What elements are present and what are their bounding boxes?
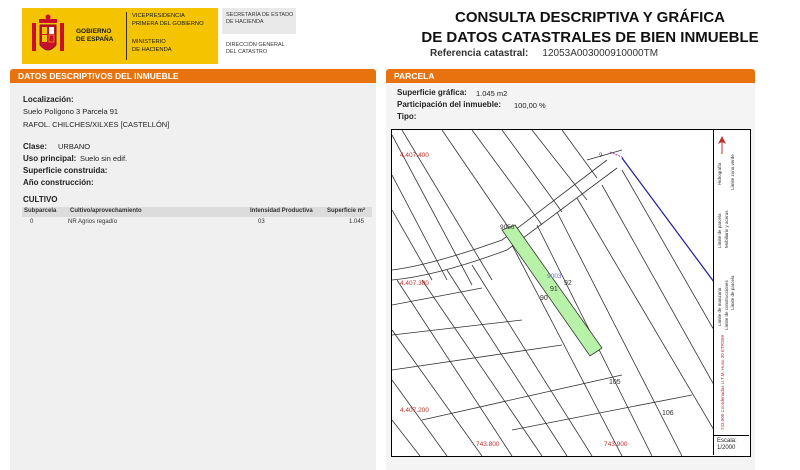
divider (126, 12, 127, 60)
dir-line2: DEL CATASTRO (226, 49, 268, 55)
section-bar-parcela: PARCELA (386, 69, 755, 83)
ministerio-text: MINISTERIO DE HACIENDA (132, 38, 172, 54)
superficie-grafica-value: 1.045 m2 (476, 89, 508, 98)
coord-y2: 4.407.300 (400, 280, 429, 287)
cell-superficie: 1.045 (349, 219, 365, 225)
parcel-label-9056: 9056 (500, 224, 515, 231)
dir-line1: DIRECCIÓN GENERAL (226, 42, 285, 48)
cultivo-table-header: Subparcela Cultivo/aprovechamiento Inten… (22, 207, 372, 217)
min-line1: MINISTERIO (132, 39, 166, 45)
parcel-label-9: 9 (599, 153, 603, 159)
cell-intensidad: 03 (258, 219, 265, 225)
secretaria-block: SECRETARÍA DE ESTADO DE HACIENDA DIRECCI… (222, 8, 300, 64)
min-line2: DE HACIENDA (132, 47, 172, 53)
table-row: 0 NR Agrios regadío 03 1.045 (22, 218, 372, 228)
direccion-text: DIRECCIÓN GENERAL DEL CATASTRO (226, 42, 285, 56)
coordinates-note: 743.000 Coordenadas U.T.M. Huso 30 ETRS8… (720, 334, 725, 430)
vicepresidencia-text: VICEPRESIDENCIA PRIMERA DEL GOBIERNO (132, 12, 218, 28)
legend-item-6: Límite de construcciones (724, 280, 729, 330)
uso-value: Suelo sin edif. (80, 154, 128, 163)
superficie-grafica-label: Superficie gráfica: (397, 88, 467, 97)
north-arrow-icon (718, 136, 726, 154)
cultivo-title: CULTIVO (23, 195, 58, 204)
legend-item-5: Límite de manzana (717, 287, 722, 326)
scale-label: Escala: (717, 438, 737, 444)
clase-value: URBANO (58, 142, 91, 151)
localizacion-line2: RAFOL. CHILCHES/XILXES [CASTELLÓN] (23, 120, 170, 129)
uso-label: Uso principal: (23, 154, 77, 163)
coord-x1: 743.800 (476, 441, 500, 448)
coord-y3: 4.407.200 (400, 407, 429, 414)
map-legend: Límite de parcela Mobiliario y aceras Lí… (713, 130, 750, 435)
anio-construccion-label: Año construcción: (23, 178, 94, 187)
clase-label: Clase: (23, 142, 48, 151)
superficie-construida-label: Superficie construida: (23, 166, 108, 175)
sec-line2: DE HACIENDA (226, 19, 264, 25)
gov-line1: GOBIERNO (76, 28, 112, 35)
title-line2: DE DATOS CATASTRALES DE BIEN INMUEBLE (421, 29, 759, 46)
localizacion-label: Localización: (23, 95, 74, 104)
legend-item-1: Límite de parcela (717, 213, 722, 248)
gov-name: GOBIERNO DE ESPAÑA (76, 28, 113, 44)
coord-x2: 743.900 (604, 441, 628, 448)
government-logo: GOBIERNO DE ESPAÑA VICEPRESIDENCIA PRIME… (22, 8, 218, 64)
map-scale: Escala: 1/2000 (713, 435, 749, 455)
vice-line2: PRIMERA DEL GOBIERNO (132, 21, 204, 27)
cell-subparcela: 0 (30, 219, 34, 225)
tipo-label: Tipo: (397, 112, 417, 121)
parcel-label-92: 92 (564, 280, 572, 287)
legend-item-4: Hidrografía (717, 162, 722, 185)
participacion-label: Participación del inmueble: (397, 100, 502, 109)
parcel-label-91: 91 (550, 286, 558, 293)
sec-line1: SECRETARÍA DE ESTADO (226, 12, 294, 18)
gov-line2: DE ESPAÑA (76, 36, 114, 43)
title-line1: CONSULTA DESCRIPTIVA Y GRÁFICA (454, 9, 725, 26)
col-subparcela: Subparcela (24, 208, 57, 214)
legend-item-7: Límite de parcela (730, 275, 735, 310)
referencia-catastral: Referencia catastral: 12053A003000910000T… (430, 48, 658, 59)
parcel-label-105: 105 (609, 379, 621, 386)
legend-item-3: Límite zona verde (730, 154, 735, 190)
col-intensidad: Intensidad Productiva (250, 208, 313, 214)
secretaria-text: SECRETARÍA DE ESTADO DE HACIENDA (222, 8, 296, 34)
col-superficie: Superficie m² (327, 208, 366, 214)
col-cultivo: Cultivo/aprovechamiento (70, 208, 142, 214)
ref-value: 12053A003000910000TM (542, 48, 659, 59)
cell-cultivo: NR Agrios regadío (68, 219, 118, 225)
coord-y1: 4.407.400 (400, 152, 429, 159)
localizacion-line1: Suelo Polígono 3 Parcela 91 (23, 107, 119, 116)
scale-value: 1/2000 (717, 445, 736, 451)
spanish-coat-of-arms-icon (32, 14, 64, 51)
ref-label: Referencia catastral: (430, 48, 529, 59)
vice-line1: VICEPRESIDENCIA (132, 13, 185, 19)
legend-item-2: Mobiliario y aceras (724, 210, 729, 248)
section-bar-datos: DATOS DESCRIPTIVOS DEL INMUEBLE (10, 69, 376, 83)
parcel-label-9003: 9003 (547, 273, 562, 280)
page-title: CONSULTA DESCRIPTIVA Y GRÁFICA DE DATOS … (390, 8, 790, 48)
map-drawing (392, 130, 714, 456)
parcel-label-106: 106 (662, 410, 674, 417)
participacion-value: 100,00 % (514, 101, 546, 110)
parcel-label-90: 90 (540, 295, 548, 302)
cadastral-map[interactable]: 4.407.400 4.407.300 4.407.200 743.800 74… (391, 129, 751, 457)
